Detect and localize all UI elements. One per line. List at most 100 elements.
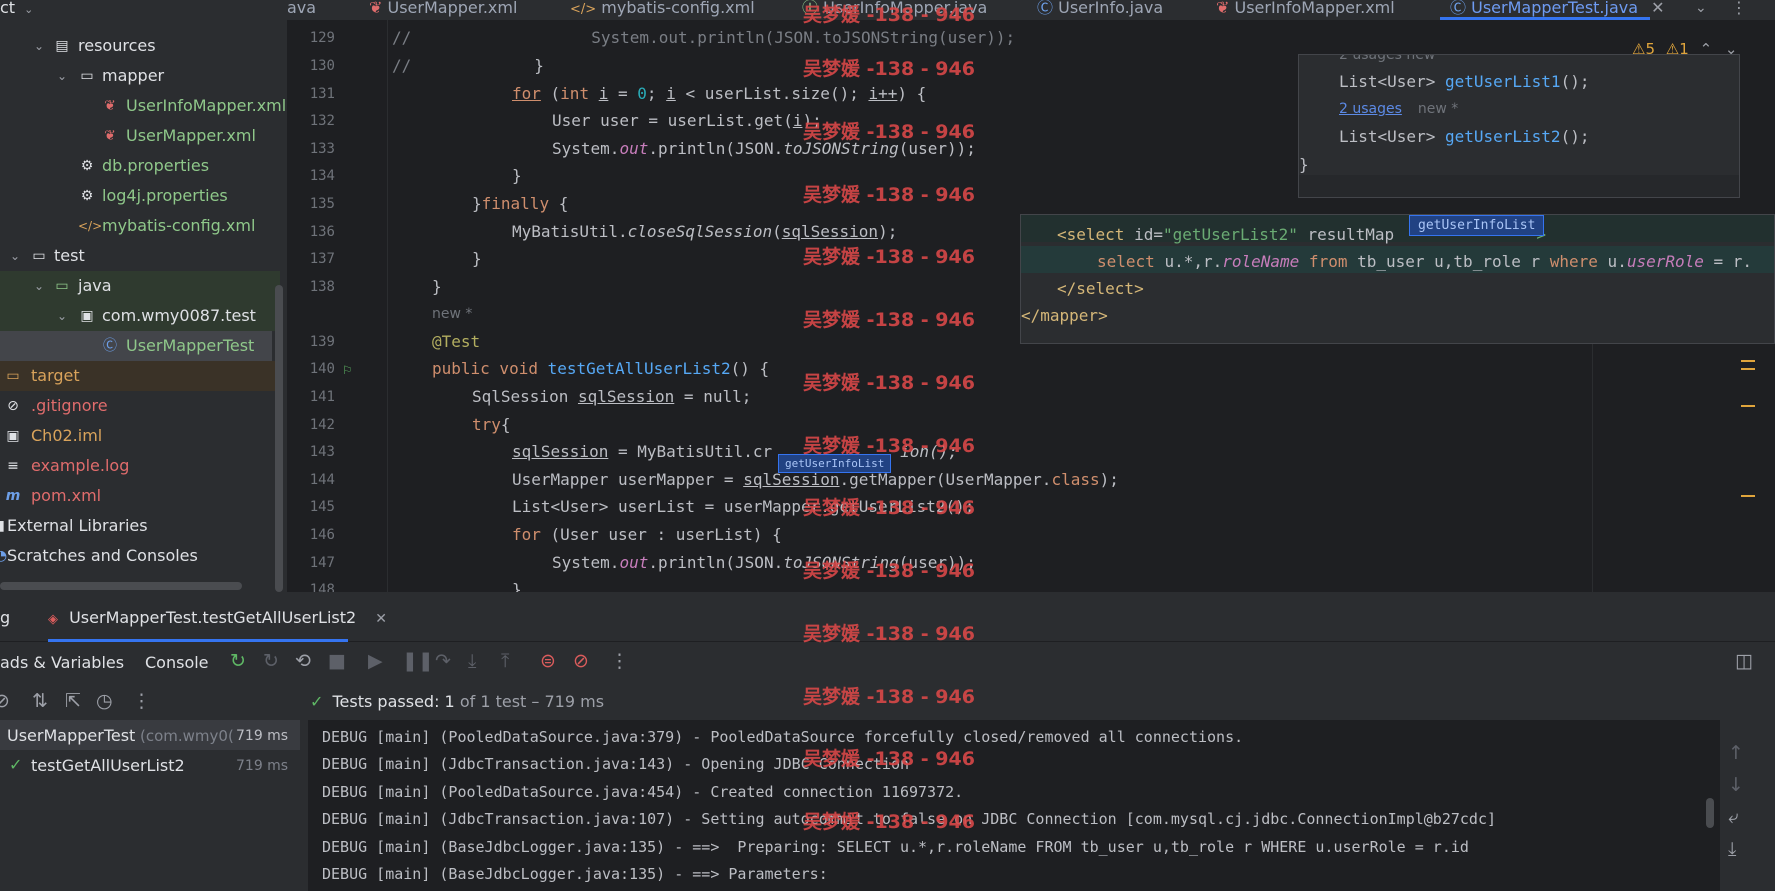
scroll-to-end-icon[interactable]: ⤓ — [1728, 838, 1736, 860]
resume-icon[interactable]: ▶ — [368, 650, 383, 672]
tab-userinfo-java[interactable]: Ⓒ UserInfo.java — [1037, 0, 1163, 20]
tab-partial-java[interactable]: ava — [287, 0, 316, 20]
tree-item-usermappertest[interactable]: Ⓒ UserMapperTest — [0, 331, 272, 361]
step-into-icon[interactable]: ⤓ — [468, 650, 476, 672]
usage-hint-chip[interactable]: getUserInfoList — [1409, 215, 1545, 236]
more-options-icon[interactable]: ⋮ — [1731, 0, 1747, 17]
test-status: ✓ Tests passed: 1 of 1 test – 719 ms — [310, 692, 604, 711]
stripe-mark[interactable] — [1741, 405, 1755, 407]
code-token: .println(JSON. — [648, 553, 784, 572]
vertical-scrollbar[interactable] — [275, 285, 283, 592]
rerun-icon[interactable]: ↻ — [230, 650, 246, 672]
tree-item-example-log[interactable]: ≡ example.log — [0, 451, 280, 481]
tab-usermapper-xml[interactable]: ❦ UserMapper.xml — [369, 0, 517, 20]
stripe-mark[interactable] — [1741, 368, 1755, 370]
chevron-down-icon[interactable]: ⌄ — [55, 301, 69, 331]
tree-item-log4j-properties[interactable]: ⚙ log4j.properties — [0, 181, 280, 211]
tree-item-java[interactable]: ⌄ ▭ java — [0, 271, 280, 301]
view-breakpoints-icon[interactable]: ⊜ — [540, 650, 556, 672]
editor-tab-bar: ava ❦ UserMapper.xml </> mybatis-config.… — [287, 0, 1775, 20]
tree-item-external-libraries[interactable]: ▮ External Libraries — [0, 511, 280, 541]
tab-mybatis-config-xml[interactable]: </> mybatis-config.xml — [570, 0, 755, 20]
sort-icon[interactable]: ⇅ — [32, 690, 48, 712]
line-number: 138 — [309, 279, 335, 295]
pause-icon[interactable]: ❚❚ — [402, 650, 434, 672]
stripe-mark[interactable] — [1741, 495, 1755, 497]
keyword-int: int — [560, 84, 590, 103]
console-output[interactable]: DEBUG [main] (PooledDataSource.java:379)… — [308, 720, 1720, 891]
line-number: 141 — [309, 389, 335, 405]
run-test-icon[interactable]: ⚐ — [343, 362, 351, 378]
reload-classes-icon[interactable]: ⟲ — [295, 650, 311, 672]
stripe-mark[interactable] — [1741, 360, 1755, 362]
step-out-icon[interactable]: ⤒ — [501, 650, 509, 672]
definition-popup[interactable]: 2 usages new List<User> getUserList1(); … — [1298, 54, 1740, 198]
code-token: System. — [552, 553, 620, 572]
tab-threads-variables[interactable]: ads & Variables — [0, 653, 124, 672]
code-vision-hint[interactable]: new * — [432, 306, 472, 322]
tree-item-label: log4j.properties — [102, 186, 228, 205]
layout-settings-icon[interactable]: ◫ — [1735, 650, 1753, 672]
tree-item-pom-xml[interactable]: m pom.xml — [0, 481, 280, 511]
collapse-all-icon[interactable]: ⇱ — [65, 690, 81, 712]
scroll-down-icon[interactable]: ↓ — [1728, 774, 1744, 796]
tree-item-mapper[interactable]: ⌄ ▭ mapper — [0, 61, 280, 91]
tree-item-target[interactable]: ▭ target — [0, 361, 280, 391]
code-token: } — [432, 277, 442, 296]
test-case-row[interactable]: ✓ testGetAllUserList2 719 ms — [0, 750, 300, 780]
tree-item-mybatis-config-xml[interactable]: </> mybatis-config.xml — [0, 211, 280, 241]
tab-console[interactable]: Console — [145, 653, 209, 672]
tree-item-scratches[interactable]: ◔ Scratches and Consoles — [0, 541, 280, 571]
step-over-icon[interactable]: ↷ — [435, 650, 451, 672]
chevron-down-icon[interactable]: ⌄ — [32, 31, 46, 61]
tree-item-resources[interactable]: ⌄ ▤ resources — [0, 31, 280, 61]
line-number: 137 — [309, 251, 335, 267]
xml-preview-popup[interactable]: <select id="getUserList2" resultMap" > s… — [1020, 214, 1775, 344]
line-number: 142 — [309, 417, 335, 433]
line-number: 131 — [309, 86, 335, 102]
code-token: sqlSession — [781, 222, 879, 241]
tree-item-package[interactable]: ⌄ ▣ com.wmy0087.test — [0, 301, 280, 331]
close-tab-icon[interactable]: ✕ — [375, 611, 387, 627]
close-tab-icon[interactable]: ✕ — [1651, 0, 1664, 17]
chevron-down-icon[interactable]: ⌄ — [24, 3, 33, 16]
scroll-up-icon[interactable]: ↑ — [1728, 742, 1744, 764]
filter-passed-icon[interactable]: ⊘ — [0, 690, 10, 712]
maven-icon: m — [5, 488, 21, 504]
code-token: } — [472, 194, 482, 213]
tree-item-usermapper-xml[interactable]: ❦ UserMapper.xml — [0, 121, 280, 151]
tree-item-label: test — [54, 246, 85, 265]
mute-breakpoints-icon[interactable]: ⊘ — [573, 650, 589, 672]
project-title: ct — [0, 0, 16, 17]
chevron-down-icon[interactable]: ⌄ — [32, 271, 46, 301]
tab-run-config[interactable]: ◈ UserMapperTest.testGetAllUserList2 ✕ — [48, 608, 387, 627]
project-header[interactable]: ct ⌄ — [0, 0, 287, 18]
chevron-down-icon[interactable]: ⌄ — [1695, 0, 1707, 16]
soft-wrap-icon[interactable]: ⤶ — [1728, 806, 1739, 828]
more-options-icon[interactable]: ⋮ — [610, 650, 629, 672]
tree-item-userinfomapper-xml[interactable]: ❦ UserInfoMapper.xml — [0, 91, 286, 121]
tree-item-ch02-iml[interactable]: ▣ Ch02.iml — [0, 421, 280, 451]
code-token: { — [549, 194, 569, 213]
tree-item-label: mapper — [102, 66, 165, 85]
watermark-text: 吴梦媛 -138 - 946 — [803, 435, 975, 457]
chevron-down-icon[interactable]: ⌄ — [55, 61, 69, 91]
tab-userinfomapper-xml[interactable]: ❦ UserInfoMapper.xml — [1216, 0, 1395, 20]
tree-item-test[interactable]: ⌄ ▭ test — [0, 241, 280, 271]
rerun-failed-icon[interactable]: ↻ — [263, 650, 279, 672]
test-duration: 719 ms — [236, 728, 289, 744]
tree-item-label: UserMapperTest — [126, 336, 255, 355]
code-token: } — [1299, 155, 1309, 174]
tree-item-gitignore[interactable]: ⊘ .gitignore — [0, 391, 280, 421]
tree-item-db-properties[interactable]: ⚙ db.properties — [0, 151, 280, 181]
console-line: DEBUG [main] (BaseJdbcLogger.java:135) -… — [322, 865, 828, 883]
more-options-icon[interactable]: ⋮ — [132, 690, 151, 712]
test-suite-row[interactable]: UserMapperTest (com.wmy0( 719 ms — [0, 720, 300, 750]
horizontal-scrollbar[interactable] — [0, 582, 242, 590]
usages-link[interactable]: 2 usages — [1339, 101, 1402, 117]
console-scrollbar[interactable] — [1706, 798, 1714, 828]
test-history-icon[interactable]: ◷ — [96, 690, 113, 712]
chevron-down-icon[interactable]: ⌄ — [8, 241, 22, 271]
stop-icon[interactable]: ■ — [328, 650, 346, 672]
code-token: i — [666, 84, 676, 103]
